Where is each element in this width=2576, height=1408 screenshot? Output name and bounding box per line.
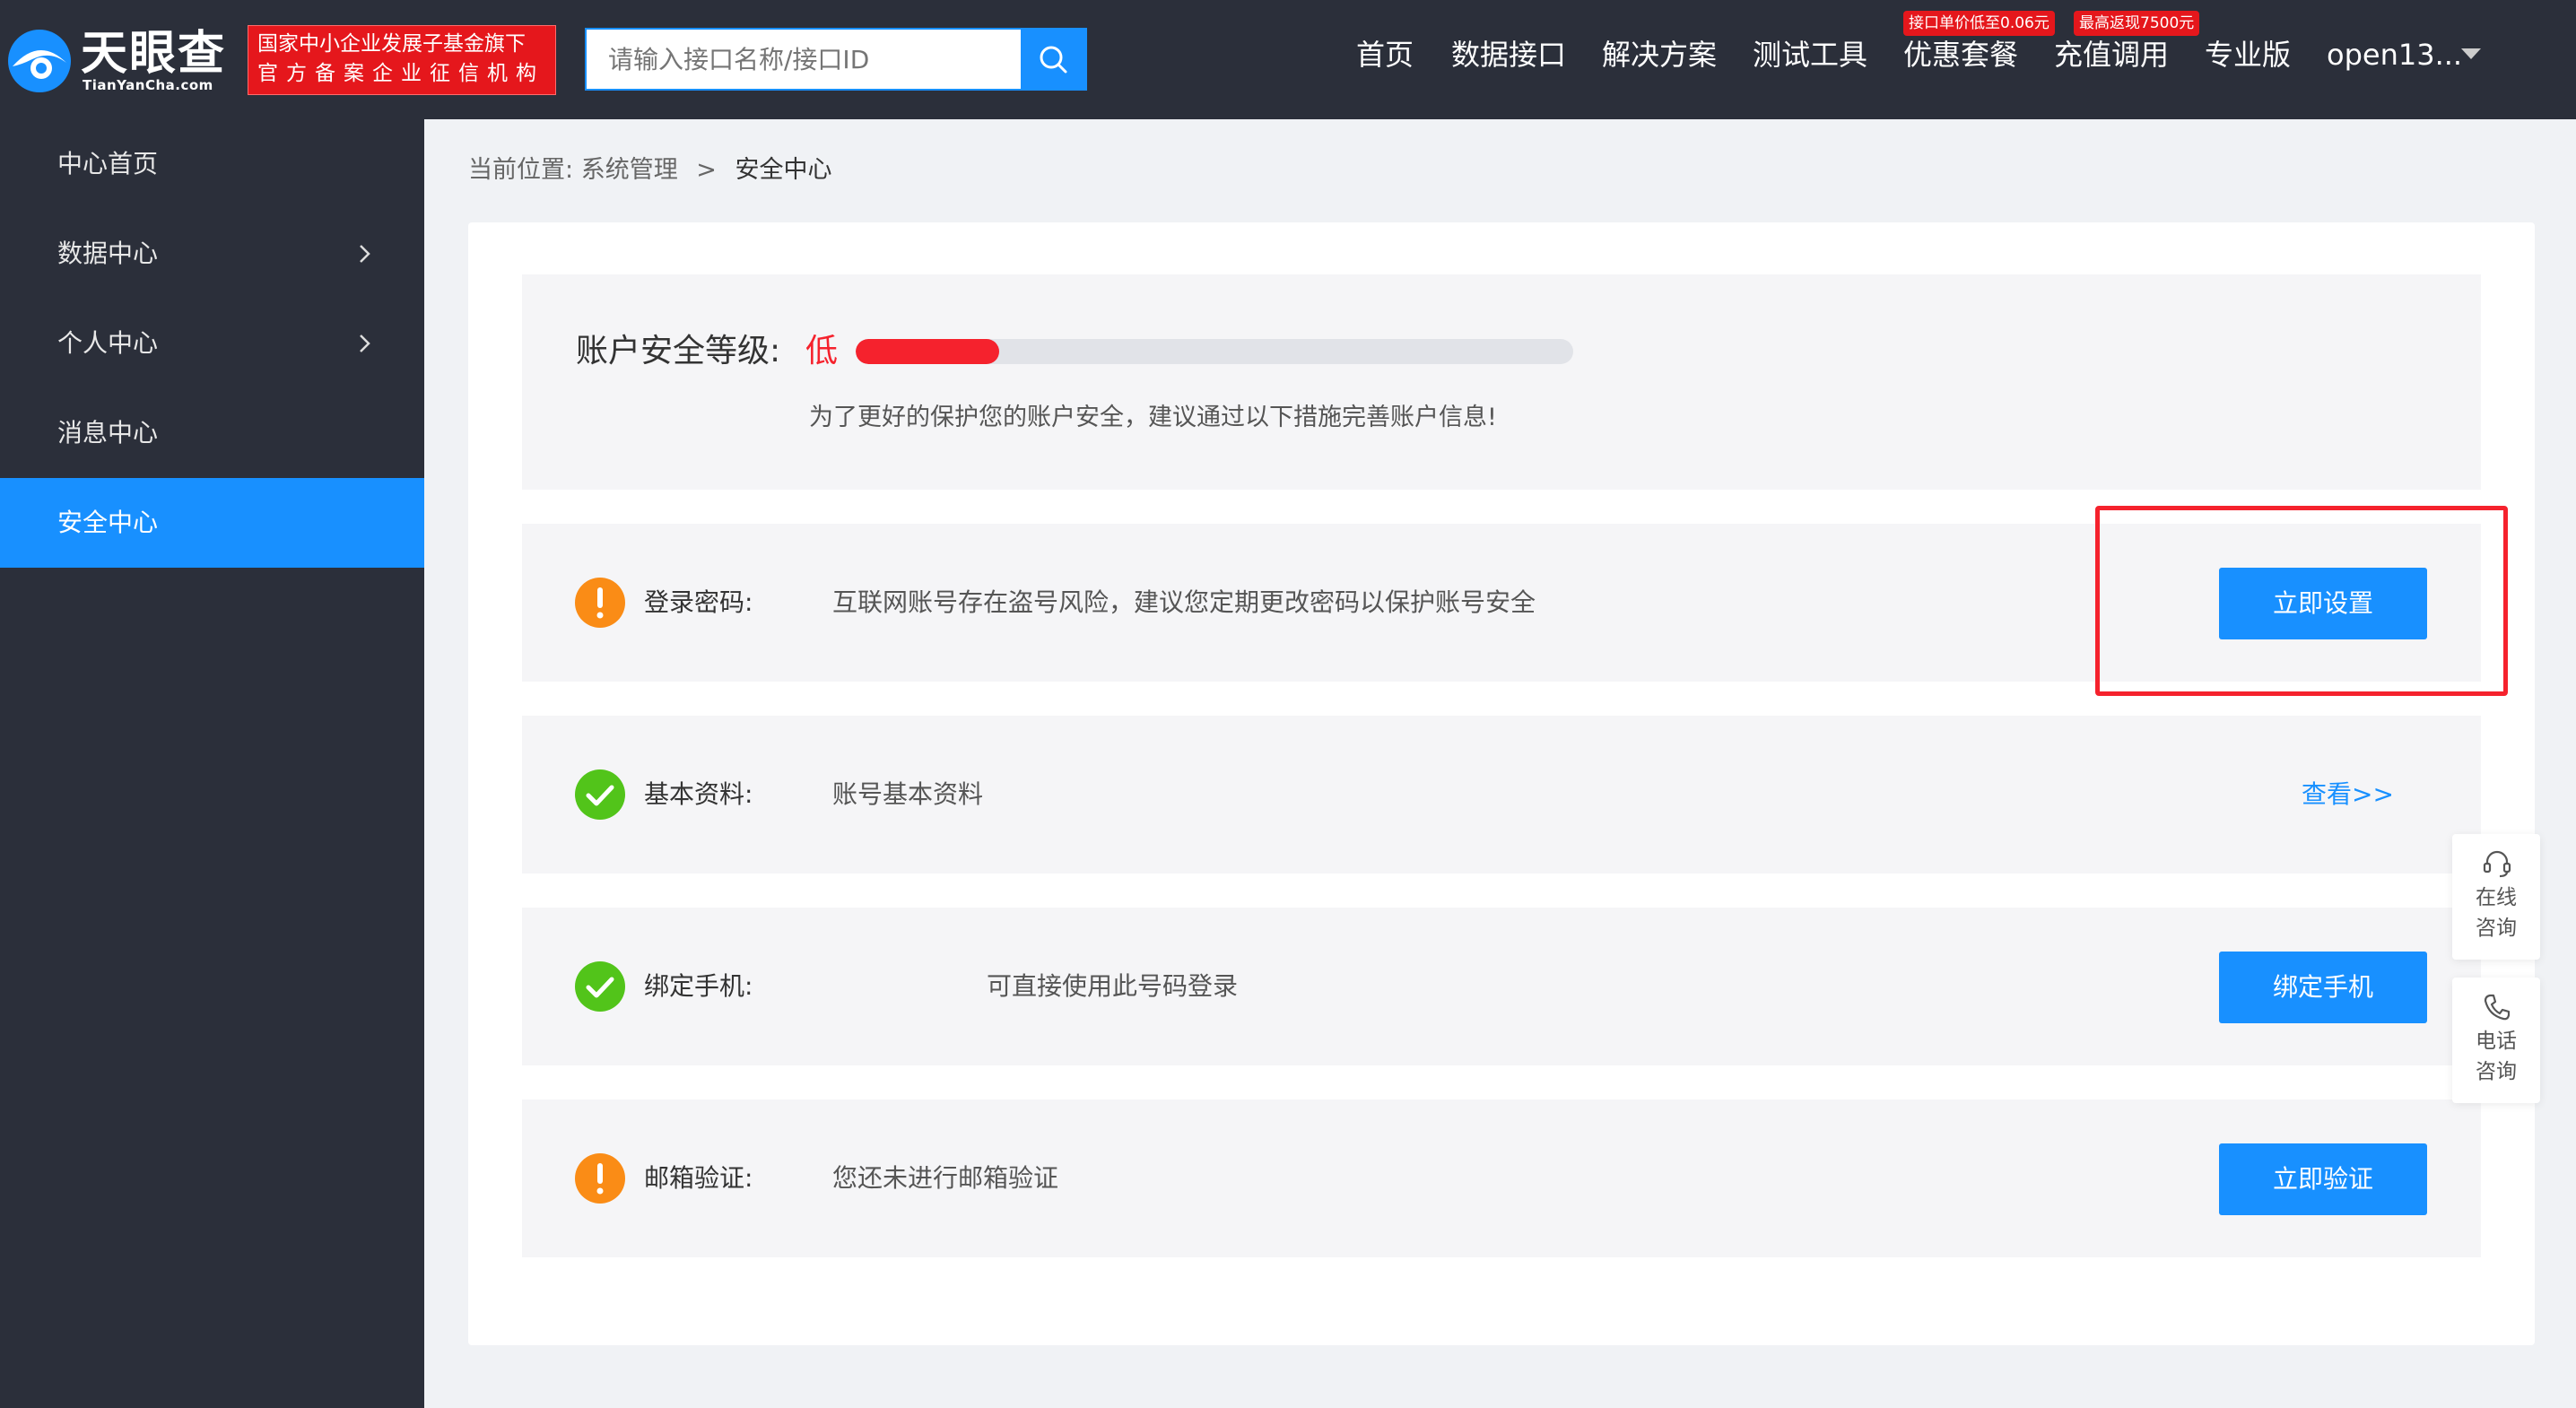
top-header: 天眼查 TianYanCha.com 国家中小企业发展子基金旗下 官方备案企业征… [0, 0, 2576, 119]
chevron-right-icon [360, 335, 370, 352]
highlight-box [2095, 506, 2508, 696]
search-icon [1040, 46, 1067, 74]
breadcrumb-separator: > [696, 156, 717, 184]
nav-recharge[interactable]: 充值调用 [2054, 34, 2169, 75]
sidebar: 中心首页 数据中心 个人中心 消息中心 安全中心 [0, 119, 424, 1408]
online-consult-label: 在线 咨询 [2476, 886, 2517, 940]
sidebar-item-message-center[interactable]: 消息中心 [0, 388, 424, 478]
security-level-panel [522, 274, 2481, 490]
warning-icon [575, 1153, 625, 1204]
warning-icon [575, 578, 625, 628]
breadcrumb-prefix: 当前位置: [468, 156, 574, 184]
search-button[interactable] [1021, 30, 1085, 89]
login-password-desc: 互联网账号存在盗号风险，建议您定期更改密码以保护账号安全 [832, 587, 1536, 617]
sidebar-item-personal-center[interactable]: 个人中心 [0, 299, 424, 388]
breadcrumb: 当前位置: 系统管理 > 安全中心 [468, 152, 832, 188]
bind-phone-desc: 可直接使用此号码登录 [987, 971, 1239, 1001]
verify-email-button[interactable]: 立即验证 [2219, 1143, 2427, 1215]
view-basic-info-link[interactable]: 查看>> [2302, 777, 2394, 813]
nav-data-api[interactable]: 数据接口 [1451, 34, 1566, 75]
search-box [585, 28, 1087, 91]
user-menu[interactable]: open13... [2327, 34, 2462, 75]
search-input[interactable] [587, 30, 1021, 89]
bind-phone-button[interactable]: 绑定手机 [2219, 952, 2427, 1023]
logo-text: 天眼查 [81, 27, 227, 81]
check-icon [575, 961, 625, 1012]
nav-pro[interactable]: 专业版 [2205, 34, 2291, 75]
email-verify-label: 邮箱验证: [644, 1163, 753, 1193]
org-badge: 国家中小企业发展子基金旗下 官方备案企业征信机构 [248, 25, 556, 95]
security-level-label: 账户安全等级: [576, 333, 781, 369]
security-level-value: 低 [805, 333, 839, 369]
security-level-tip: 为了更好的保护您的账户安全，建议通过以下措施完善账户信息! [809, 404, 1497, 431]
phone-consult-button[interactable]: 电话 咨询 [2452, 978, 2540, 1103]
sidebar-item-label: 数据中心 [57, 239, 159, 268]
security-level-fill [856, 339, 999, 364]
row-email-verify [522, 1099, 2481, 1257]
phone-icon [2484, 994, 2511, 1021]
nav-tag-cashback: 最高返现7500元 [2074, 11, 2200, 36]
sidebar-item-label: 个人中心 [57, 328, 159, 358]
online-consult-button[interactable]: 在线 咨询 [2452, 834, 2540, 960]
sidebar-item-label: 安全中心 [57, 508, 159, 537]
chevron-right-icon [360, 245, 370, 263]
email-verify-desc: 您还未进行邮箱验证 [832, 1163, 1059, 1193]
headset-icon [2483, 850, 2511, 878]
row-basic-info [522, 716, 2481, 873]
check-icon [575, 769, 625, 820]
breadcrumb-parent[interactable]: 系统管理 [581, 156, 678, 184]
security-level-bar [856, 339, 1573, 364]
sidebar-item-security-center[interactable]: 安全中心 [0, 478, 424, 568]
org-badge-line2: 官方备案企业征信机构 [257, 62, 544, 85]
sidebar-item-home[interactable]: 中心首页 [0, 119, 424, 209]
phone-consult-label: 电话 咨询 [2476, 1030, 2517, 1083]
logo-eye-icon [8, 30, 71, 92]
sidebar-item-data-center[interactable]: 数据中心 [0, 209, 424, 299]
basic-info-desc: 账号基本资料 [832, 779, 984, 809]
chevron-down-icon[interactable] [2461, 48, 2481, 59]
bind-phone-label: 绑定手机: [644, 971, 753, 1001]
breadcrumb-current: 安全中心 [735, 156, 832, 184]
logo[interactable]: 天眼查 TianYanCha.com [5, 27, 230, 95]
sidebar-item-label: 消息中心 [57, 418, 159, 448]
nav-packages[interactable]: 优惠套餐 [1903, 34, 2018, 75]
basic-info-label: 基本资料: [644, 779, 753, 809]
nav-tag-price: 接口单价低至0.06元 [1903, 11, 2055, 36]
org-badge-line1: 国家中小企业发展子基金旗下 [257, 32, 526, 56]
sidebar-item-label: 中心首页 [57, 149, 159, 178]
nav-home[interactable]: 首页 [1356, 34, 1414, 75]
row-bind-phone [522, 908, 2481, 1065]
nav-solutions[interactable]: 解决方案 [1602, 34, 1717, 75]
nav-test-tools[interactable]: 测试工具 [1753, 34, 1867, 75]
logo-domain: TianYanCha.com [83, 77, 213, 93]
login-password-label: 登录密码: [644, 587, 753, 617]
